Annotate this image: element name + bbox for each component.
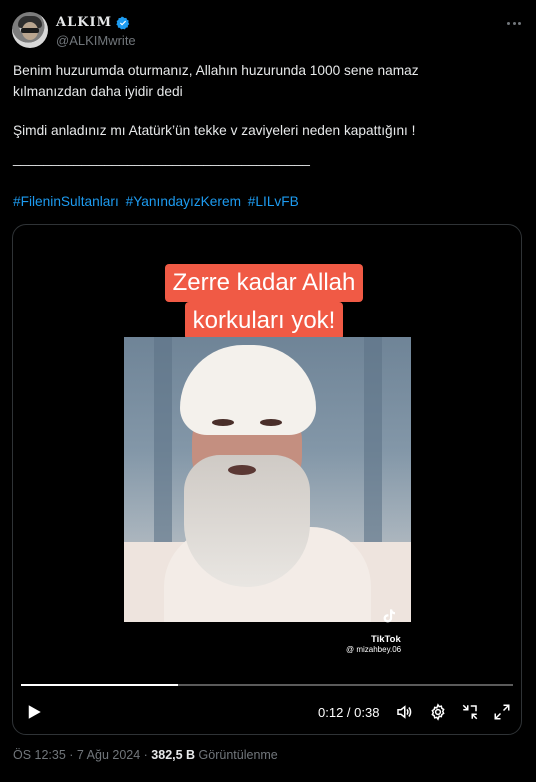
tweet-text: Benim huzurumda oturmanız, Allahın huzur… (13, 60, 518, 167)
verified-badge-icon (116, 16, 130, 29)
volume-icon[interactable] (395, 703, 413, 721)
expand-icon[interactable] (493, 703, 511, 721)
video-frame[interactable] (124, 337, 411, 622)
video-caption: Zerre kadar Allah korkuları yok! (152, 264, 376, 340)
tiktok-icon (383, 609, 395, 623)
hashtag-link[interactable]: #LILvFB (248, 194, 299, 209)
more-icon[interactable] (504, 16, 524, 30)
views-label: Görüntülenme (195, 748, 278, 762)
author-name-row[interactable]: ALKIM (56, 15, 130, 30)
tweet-header: ALKIM @ALKIMwrite (12, 12, 524, 52)
author-display-name[interactable]: ALKIM (56, 15, 112, 30)
tweet-text-line: Benim huzurumda oturmanız, Allahın huzur… (13, 63, 419, 78)
video-player[interactable]: Zerre kadar Allah korkuları yok! TikTok … (12, 224, 522, 735)
video-caption-line: korkuları yok! (184, 302, 344, 340)
hashtag-list: #FileninSultanları #YanındayızKerem #LIL… (13, 193, 302, 211)
tweet-text-line: kılmanızdan daha iyidir dedi (13, 84, 183, 99)
video-controls: 0:12 / 0:38 (13, 695, 521, 729)
views-count: 382,5 B (151, 748, 196, 762)
author-avatar[interactable] (12, 12, 48, 48)
tweet-text-line: Şimdi anladınız mı Atatürk’ün tekke v za… (13, 123, 416, 138)
hashtag-link[interactable]: #FileninSultanları (13, 194, 119, 209)
settings-icon[interactable] (429, 703, 447, 721)
tweet-meta: ÖS 12:35 · 7 Ağu 2024 · 382,5 B Görüntül… (13, 748, 278, 762)
video-progress-fill (21, 684, 179, 686)
video-progress-bar[interactable] (21, 684, 513, 686)
hashtag-link[interactable]: #YanındayızKerem (126, 194, 241, 209)
fullscreen-exit-icon[interactable] (461, 703, 479, 721)
author-handle[interactable]: @ALKIMwrite (56, 33, 136, 48)
tweet-divider-line: _______________________________________ (13, 151, 310, 166)
tiktok-watermark-label: TikTok (371, 634, 401, 645)
video-time: 0:12 / 0:38 (318, 705, 380, 720)
tweet-timestamp[interactable]: ÖS 12:35 · 7 Ağu 2024 · (13, 748, 151, 762)
play-icon[interactable] (25, 703, 43, 721)
video-caption-line: Zerre kadar Allah (164, 264, 364, 302)
tiktok-watermark-user: @ mizahbey.06 (346, 645, 402, 654)
